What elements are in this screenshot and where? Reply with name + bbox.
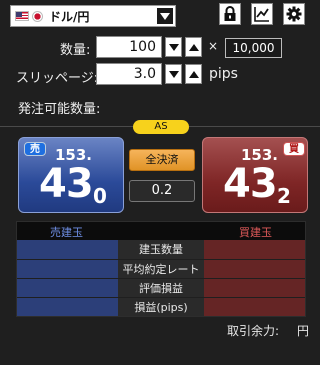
sell-price-main: 43 (39, 161, 94, 207)
sell-tag: 売 (24, 142, 46, 156)
sell-rate-button[interactable]: 売 153. 43 0 (18, 137, 124, 213)
row-label: 損益(pips) (118, 298, 204, 316)
quantity-input[interactable]: 100 (96, 36, 162, 58)
close-all-button[interactable]: 全決済 (129, 149, 195, 171)
chart-icon (254, 7, 269, 22)
table-row: 損益(pips) (17, 297, 305, 316)
arrow-up-icon (188, 70, 199, 78)
arrow-up-icon (188, 43, 199, 51)
slippage-increment-button[interactable] (185, 64, 202, 84)
dropdown-arrow-icon[interactable] (157, 8, 173, 24)
lot-size-value: 10,000 (225, 38, 282, 58)
flag-us-icon (15, 11, 29, 21)
slippage-label: スリッページ: (16, 71, 99, 86)
currency-pair-select[interactable]: ドル/円 (10, 5, 176, 27)
available-quantity-label: 発注可能数量: (18, 102, 101, 117)
positions-table: 売建玉 買建玉 建玉数量 平均約定レート 評価損益 損益(pips) (16, 221, 306, 317)
gear-icon (286, 6, 302, 22)
sell-cell (17, 298, 118, 316)
row-label: 建玉数量 (118, 240, 204, 259)
settings-button[interactable] (283, 3, 305, 25)
table-row: 建玉数量 (17, 240, 305, 259)
chart-button[interactable] (251, 3, 273, 25)
buy-price-tail: 2 (277, 184, 291, 208)
sell-price-tail: 0 (93, 184, 107, 208)
buy-cell (204, 298, 305, 316)
buy-cell (204, 279, 305, 297)
multiply-sign: × (208, 39, 219, 53)
table-row: 平均約定レート (17, 259, 305, 278)
slippage-decrement-button[interactable] (165, 64, 182, 84)
row-label: 平均約定レート (118, 260, 204, 278)
currency-pair-label: ドル/円 (49, 9, 90, 24)
row-label: 評価損益 (118, 279, 204, 297)
sell-cell (17, 279, 118, 297)
arrow-down-icon (168, 70, 179, 78)
positions-header: 売建玉 買建玉 (17, 222, 305, 240)
quantity-decrement-button[interactable] (165, 37, 182, 57)
slippage-unit: pips (209, 66, 238, 82)
sell-positions-header: 売建玉 (50, 226, 83, 239)
buy-price-main: 43 (223, 161, 278, 207)
buy-rate-button[interactable]: 153. 買 43 2 (202, 137, 308, 213)
sell-cell (17, 240, 118, 259)
lock-button[interactable] (219, 3, 241, 25)
trading-margin-label: 取引余力: (227, 324, 280, 338)
slippage-input[interactable]: 3.0 (96, 63, 162, 85)
buy-cell (204, 260, 305, 278)
buy-tag: 買 (283, 142, 305, 156)
flag-jp-icon (32, 10, 43, 22)
sell-cell (17, 260, 118, 278)
buy-positions-header: 買建玉 (239, 226, 272, 239)
trading-margin-unit: 円 (297, 324, 310, 338)
quantity-label: 数量: (60, 43, 91, 58)
table-row: 評価損益 (17, 278, 305, 297)
quantity-increment-button[interactable] (185, 37, 202, 57)
buy-cell (204, 240, 305, 259)
spread-value: 0.2 (129, 180, 195, 202)
lock-icon (224, 6, 236, 21)
arrow-down-icon (168, 43, 179, 51)
as-badge: AS (133, 120, 189, 134)
